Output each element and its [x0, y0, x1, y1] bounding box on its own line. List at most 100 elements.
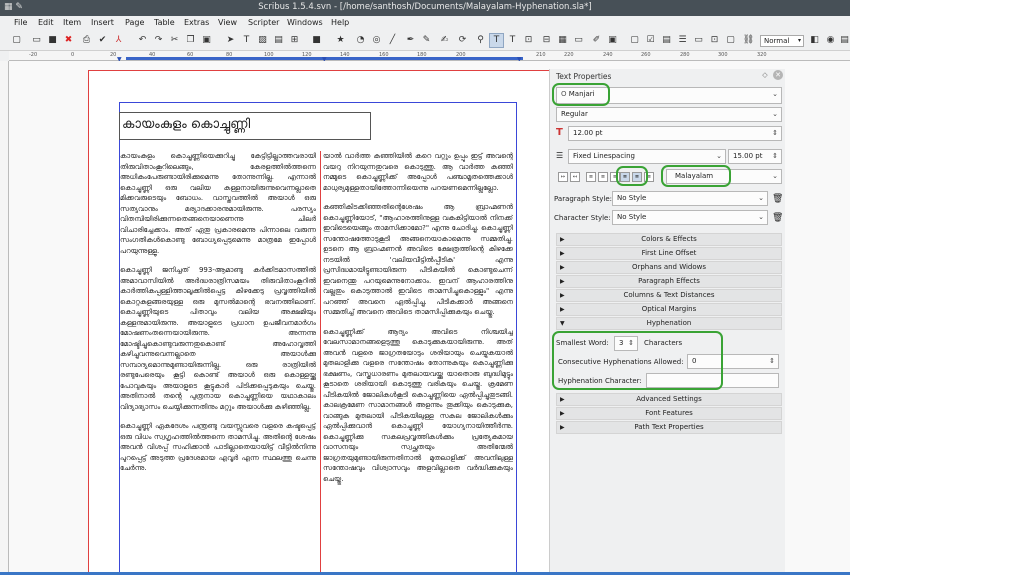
- undo-icon[interactable]: ↶: [136, 34, 149, 47]
- link-frames-icon[interactable]: ⊡: [522, 34, 535, 47]
- unlink-frames-icon[interactable]: ⊟: [540, 34, 553, 47]
- float-panel-icon[interactable]: ◇: [760, 70, 770, 80]
- edit-in-preview-icon[interactable]: ▤: [838, 34, 850, 47]
- align-left-icon[interactable]: ≡: [586, 172, 596, 182]
- section-advanced-settings[interactable]: ▶ Advanced Settings: [556, 393, 782, 406]
- menu-table[interactable]: Table: [154, 18, 175, 27]
- paragraph[interactable]: കഞ്ഞികിടക്കിഞ്ഞതിന്റെശേഷം ആ ബ്രാഹ്മണൻ കൊ…: [323, 202, 513, 318]
- paragraph[interactable]: കൊച്ചുണ്ണി ഏകദേശം പന്ത്രണ്ടു വയസ്സുവരെ വ…: [120, 421, 316, 474]
- pdf-combobox-icon[interactable]: ▤: [660, 34, 673, 47]
- menu-file[interactable]: File: [14, 18, 27, 27]
- section-columns-distances[interactable]: ▶ Columns & Text Distances: [556, 289, 782, 302]
- section-colors-effects[interactable]: ▶ Colors & Effects: [556, 233, 782, 246]
- copy-icon[interactable]: ❐: [184, 34, 197, 47]
- new-document-icon[interactable]: ▢: [10, 34, 23, 47]
- freehand-tool-icon[interactable]: ✎: [420, 34, 433, 47]
- text-frame-tool-icon[interactable]: T: [240, 34, 253, 47]
- redo-icon[interactable]: ↷: [152, 34, 165, 47]
- measure-icon[interactable]: ▦: [556, 34, 569, 47]
- text-column-2[interactable]: യാൽ വാർത്ത കഞ്ഞിയിൽ കറെ വറ്റും ഉപ്പും ഇട…: [323, 151, 513, 575]
- trash-icon[interactable]: 🗑: [772, 193, 783, 205]
- save-icon[interactable]: ■: [46, 34, 59, 47]
- section-font-features[interactable]: ▶ Font Features: [556, 407, 782, 420]
- shape-tool-icon[interactable]: ■: [310, 34, 323, 47]
- trash-icon[interactable]: 🗑: [772, 212, 783, 224]
- preflight-icon[interactable]: ✔: [96, 34, 109, 47]
- menu-windows[interactable]: Windows: [287, 18, 323, 27]
- menu-page[interactable]: Page: [125, 18, 144, 27]
- vertical-ruler[interactable]: [0, 61, 9, 575]
- font-style-select[interactable]: Regular ⌄: [556, 107, 782, 122]
- section-hyphenation[interactable]: ▼ Hyphenation: [556, 317, 782, 330]
- font-family-select[interactable]: O Manjari ⌄: [556, 87, 782, 104]
- pdf-link-icon[interactable]: ⛓: [742, 34, 755, 47]
- pdf-text-annotation-icon[interactable]: ▭: [692, 34, 705, 47]
- spiral-tool-icon[interactable]: ◎: [370, 34, 383, 47]
- align-center-icon[interactable]: ≡: [598, 172, 608, 182]
- section-path-text-properties[interactable]: ▶ Path Text Properties: [556, 421, 782, 434]
- rotate-tool-icon[interactable]: ⟳: [456, 34, 469, 47]
- horizontal-ruler[interactable]: ▼ ▼ ▼ -20 0 20 40 60 80 100 120 140 160 …: [9, 51, 850, 63]
- menu-view[interactable]: View: [218, 18, 237, 27]
- open-icon[interactable]: ▭: [30, 34, 43, 47]
- text-column-1[interactable]: കായംകുളം കൊച്ചുണ്ണിയെക്കുറിച്ചു കേട്ടിട്…: [120, 151, 316, 575]
- section-orphans-widows[interactable]: ▶ Orphans and Widows: [556, 261, 782, 274]
- cut-icon[interactable]: ✂: [168, 34, 181, 47]
- menu-edit[interactable]: Edit: [38, 18, 54, 27]
- table-tool-icon[interactable]: ⊞: [288, 34, 301, 47]
- align-justify-icon[interactable]: ≣: [620, 172, 630, 182]
- arc-tool-icon[interactable]: ◔: [354, 34, 367, 47]
- hyphenation-character-input[interactable]: [646, 373, 779, 388]
- pdf-checkbox-icon[interactable]: ☑: [644, 34, 657, 47]
- document-heading[interactable]: കായംകുളം കൊച്ചുണ്ണി: [122, 117, 250, 132]
- text-direction-rtl-icon[interactable]: ↤: [570, 172, 580, 182]
- story-editor-icon[interactable]: T: [506, 34, 519, 47]
- calligraphy-tool-icon[interactable]: ✍: [438, 34, 451, 47]
- polygon-tool-icon[interactable]: ★: [334, 34, 347, 47]
- close-panel-icon[interactable]: ✕: [773, 70, 783, 80]
- smallest-word-spinbox[interactable]: 3 ⇕: [614, 336, 638, 351]
- pdf-text-field-icon[interactable]: ▢: [628, 34, 641, 47]
- edit-text-tool-icon[interactable]: T: [489, 33, 504, 48]
- paragraph[interactable]: യാൽ വാർത്ത കഞ്ഞിയിൽ കറെ വറ്റും ഉപ്പും ഇട…: [323, 151, 513, 193]
- menu-item[interactable]: Item: [63, 18, 81, 27]
- export-pdf-icon[interactable]: ⅄: [112, 34, 125, 47]
- toggle-preview-icon[interactable]: ◉: [824, 34, 837, 47]
- print-icon[interactable]: ⎙: [80, 34, 93, 47]
- menu-scripter[interactable]: Scripter: [248, 18, 279, 27]
- title-text-frame[interactable]: കായംകുളം കൊച്ചുണ്ണി: [119, 112, 371, 140]
- select-tool-icon[interactable]: ➤: [224, 34, 237, 47]
- menu-extras[interactable]: Extras: [184, 18, 209, 27]
- preview-mode-icon[interactable]: ◧: [808, 34, 821, 47]
- font-size-spinbox[interactable]: 12.00 pt ⇕: [568, 126, 782, 141]
- menu-insert[interactable]: Insert: [91, 18, 114, 27]
- bezier-tool-icon[interactable]: ✒: [404, 34, 417, 47]
- pdf-annotation-icon[interactable]: ▢: [724, 34, 737, 47]
- zoom-tool-icon[interactable]: ⚲: [474, 34, 487, 47]
- language-select[interactable]: Malayalam ⌄: [666, 169, 782, 184]
- text-direction-ltr-icon[interactable]: ↦: [558, 172, 568, 182]
- consecutive-hyphenations-spinbox[interactable]: 0 ⇕: [687, 354, 779, 369]
- paste-icon[interactable]: ▣: [200, 34, 213, 47]
- paragraph[interactable]: കൊച്ചുണ്ണിക്ക് ആദ്യം അവിടെ നിശ്ചയിച്ച വേ…: [323, 327, 513, 485]
- paragraph-style-select[interactable]: No Style ⌄: [612, 191, 768, 206]
- line-spacing-mode-select[interactable]: Fixed Linespacing ⌄: [568, 149, 726, 164]
- pdf-link-annotation-icon[interactable]: ⊡: [708, 34, 721, 47]
- section-optical-margins[interactable]: ▶ Optical Margins: [556, 303, 782, 316]
- character-style-select[interactable]: No Style ⌄: [612, 210, 768, 225]
- document-page[interactable]: കായംകുളം കൊച്ചുണ്ണി കായംകുളം കൊച്ചുണ്ണിയ…: [88, 70, 550, 575]
- image-preview-quality-select[interactable]: Normal ▾: [760, 35, 804, 47]
- align-extra-icon[interactable]: ≡: [644, 172, 654, 182]
- close-document-icon[interactable]: ✖: [62, 34, 75, 47]
- paragraph[interactable]: കൊച്ചുണ്ണി ജനിച്ചത് 993-ആമാണ്ടു കർക്കിടമ…: [120, 265, 316, 412]
- paragraph[interactable]: കായംകുളം കൊച്ചുണ്ണിയെക്കുറിച്ചു കേട്ടിട്…: [120, 151, 316, 256]
- copy-properties-icon[interactable]: ▭: [572, 34, 585, 47]
- image-frame-tool-icon[interactable]: ▨: [256, 34, 269, 47]
- line-spacing-spinbox[interactable]: 15.00 pt ⇕: [728, 149, 782, 164]
- section-first-line-offset[interactable]: ▶ First Line Offset: [556, 247, 782, 260]
- pdf-listbox-icon[interactable]: ☰: [676, 34, 689, 47]
- pdf-push-button-icon[interactable]: ▣: [606, 34, 619, 47]
- align-forced-justify-icon[interactable]: ≣: [632, 172, 642, 182]
- menu-help[interactable]: Help: [331, 18, 349, 27]
- eyedropper-icon[interactable]: ✐: [590, 34, 603, 47]
